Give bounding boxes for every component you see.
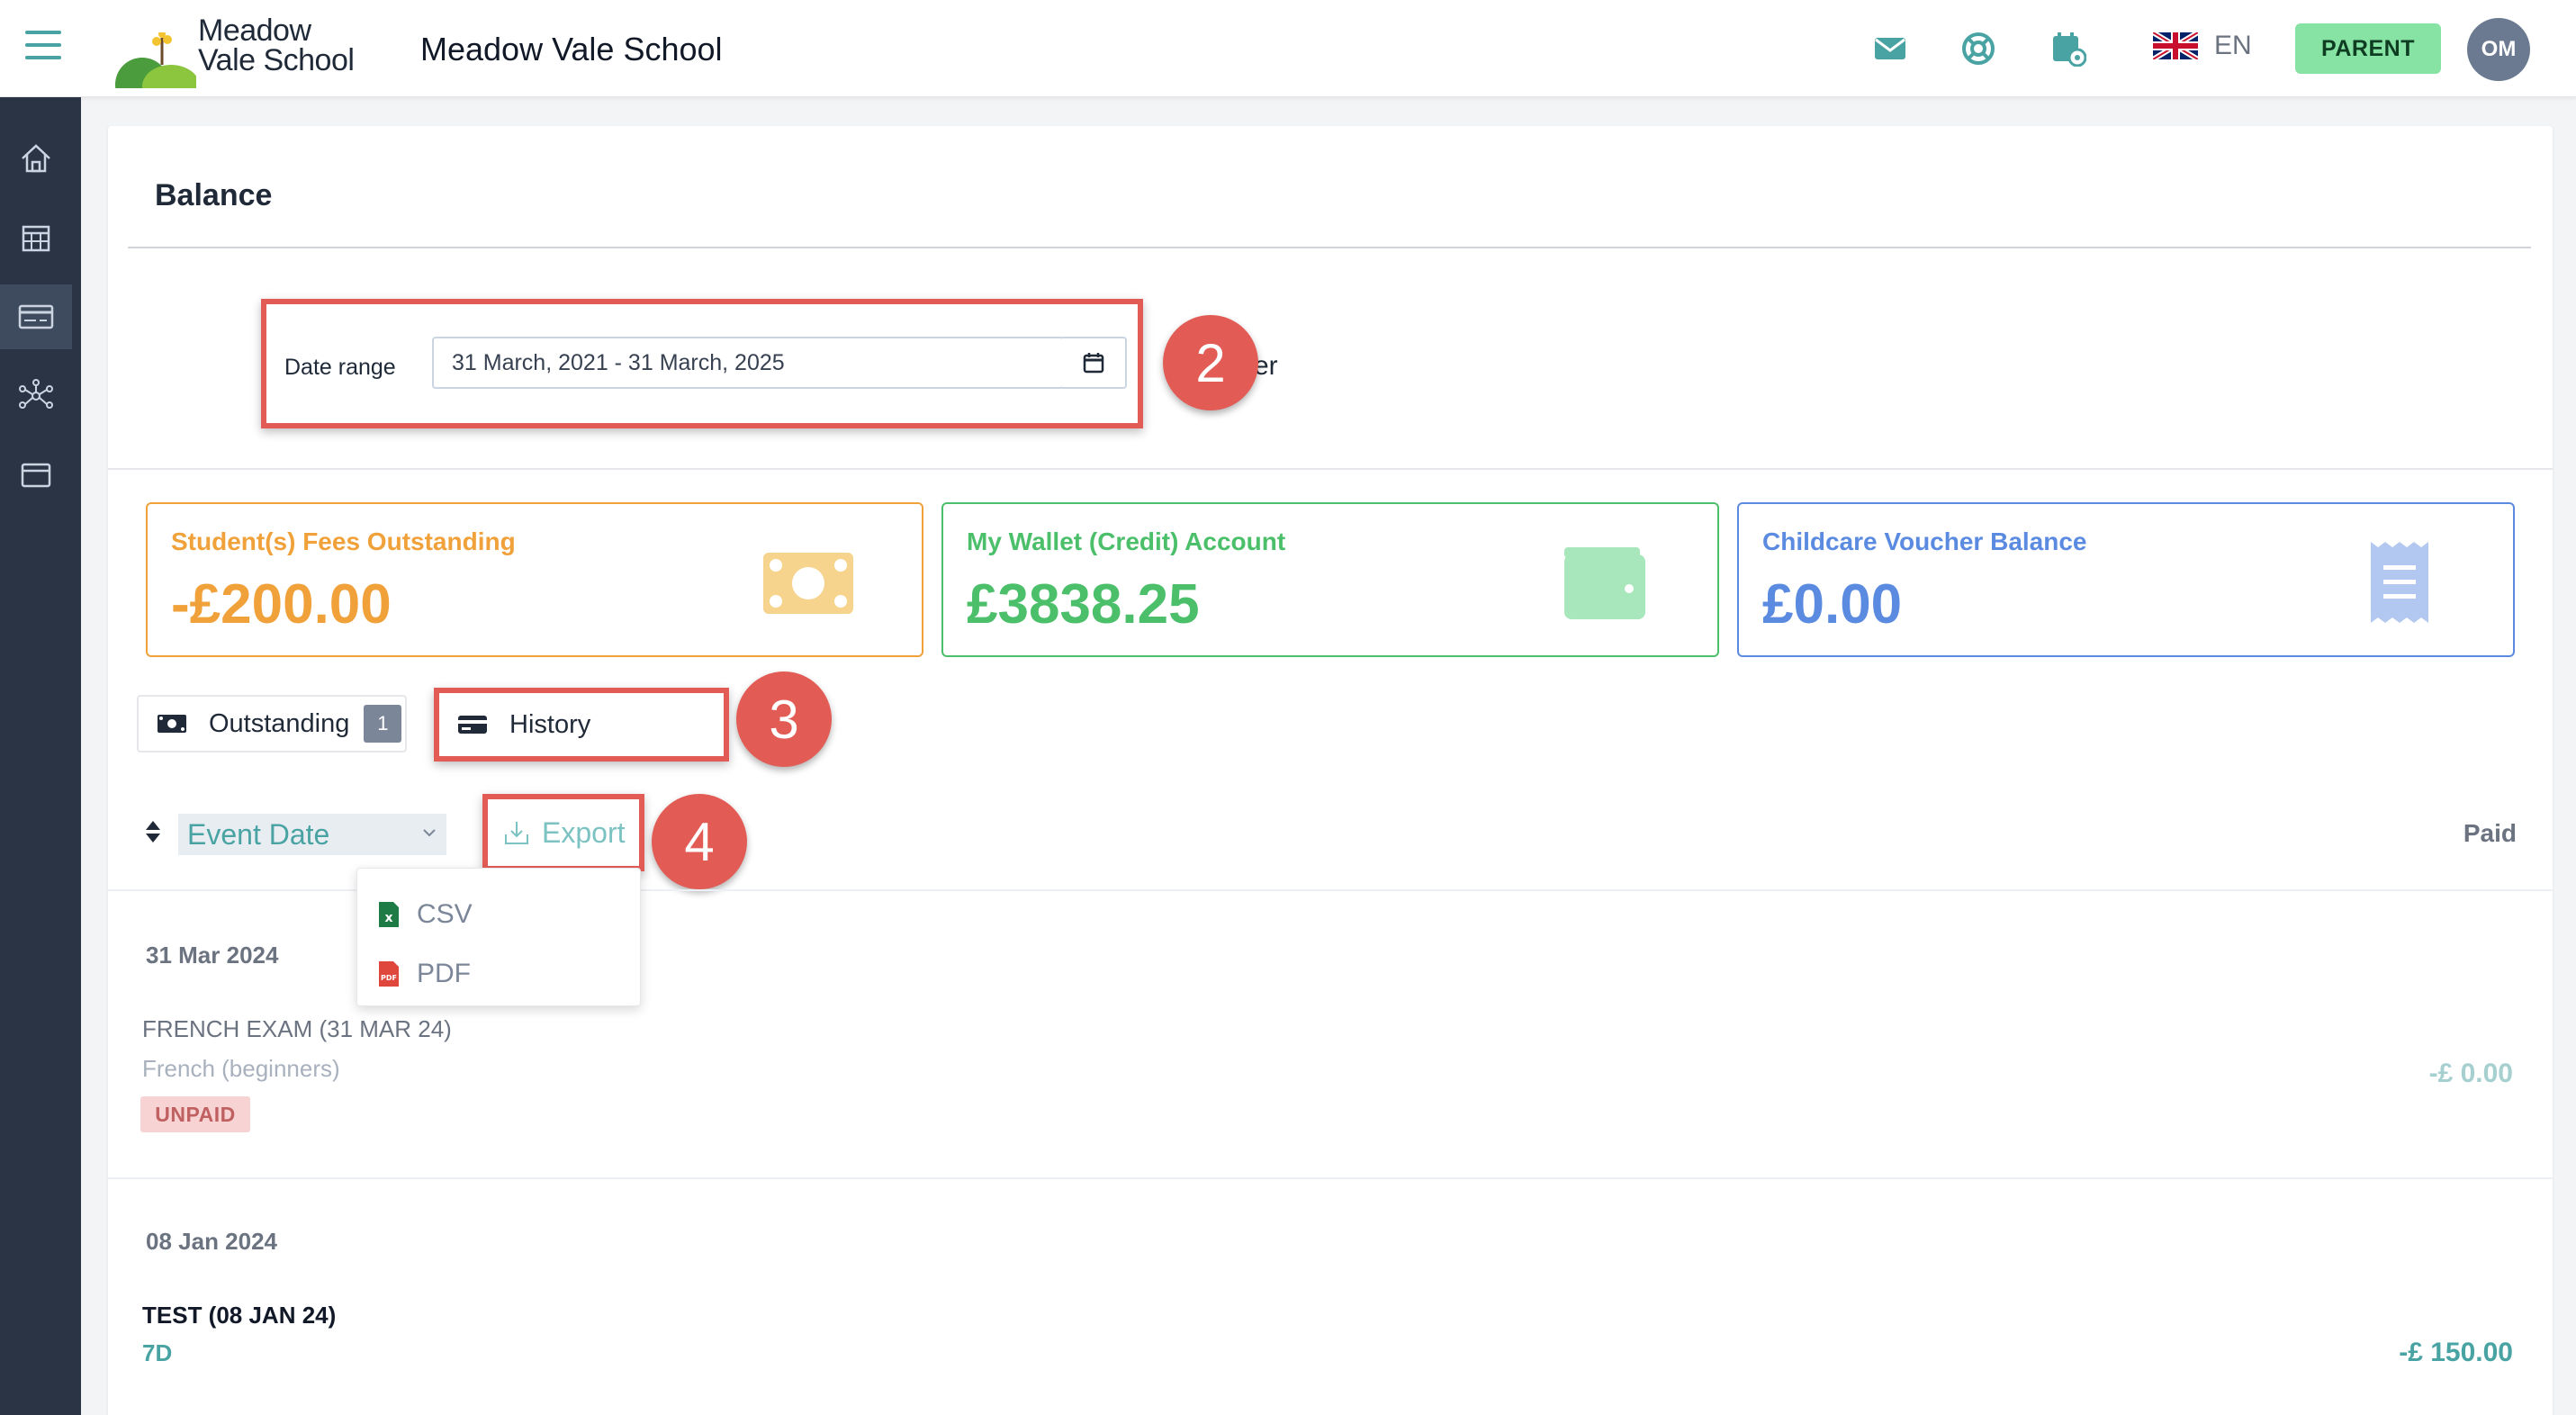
- calendar-icon: [22, 225, 50, 252]
- tab-history[interactable]: History: [434, 688, 729, 762]
- row-subtitle: 7D: [142, 1339, 173, 1366]
- export-option-label: PDF: [417, 959, 471, 988]
- fees-outstanding-box[interactable]: Student(s) Fees Outstanding -£200.00: [146, 502, 923, 657]
- summary-value: -£200.00: [171, 573, 392, 635]
- summary-title: Student(s) Fees Outstanding: [171, 527, 516, 555]
- wallet-icon: [1564, 547, 1645, 619]
- divider: [128, 247, 2531, 248]
- sidebar-item-home[interactable]: [0, 126, 72, 191]
- summary-value: £3838.25: [967, 573, 1200, 635]
- row-title: TEST (08 JAN 24): [142, 1302, 337, 1329]
- tab-outstanding[interactable]: Outstanding 1: [137, 695, 407, 753]
- date-range-input[interactable]: 31 March, 2021 - 31 March, 2025: [432, 337, 1064, 389]
- export-option-label: CSV: [417, 899, 473, 929]
- divider: [108, 468, 2553, 470]
- cash-icon: [763, 553, 853, 614]
- language-code: EN: [2214, 31, 2252, 60]
- svg-text:x: x: [384, 911, 392, 925]
- export-dropdown: x CSV PDF PDF: [356, 868, 641, 1006]
- row-date: 31 Mar 2024: [146, 942, 279, 969]
- logo-text: Meadow Vale School: [198, 14, 355, 77]
- school-logo[interactable]: Meadow Vale School: [115, 13, 367, 88]
- download-icon: [505, 822, 528, 844]
- language-selector[interactable]: EN: [2153, 31, 2252, 61]
- row-subtitle: French (beginners): [142, 1055, 340, 1082]
- export-button[interactable]: Export: [482, 794, 644, 871]
- date-range-label: Date range: [284, 355, 396, 380]
- role-parent-button[interactable]: PARENT: [2295, 23, 2441, 74]
- paid-column-header: Paid: [2463, 819, 2517, 847]
- logo-hills-icon: [115, 32, 196, 88]
- mail-icon[interactable]: [1872, 31, 1908, 67]
- sidebar-item-window[interactable]: [0, 443, 72, 508]
- tab-outstanding-label: Outstanding: [209, 708, 350, 738]
- annotation-badge-2: 2: [1163, 315, 1258, 410]
- lifebuoy-icon[interactable]: [1960, 31, 1996, 67]
- network-icon: [19, 379, 53, 409]
- divider: [108, 1177, 2553, 1179]
- export-label: Export: [542, 816, 626, 849]
- summary-value: £0.00: [1762, 573, 1903, 635]
- hamburger-icon[interactable]: [25, 31, 61, 63]
- pdf-file-icon: PDF: [379, 961, 399, 987]
- annotation-badge-4: 4: [652, 794, 747, 889]
- cash-icon: [158, 715, 186, 733]
- balance-card: Balance Date range 31 March, 2021 - 31 M…: [108, 126, 2553, 1415]
- row-title: FRENCH EXAM (31 MAR 24): [142, 1015, 452, 1042]
- row-date: 08 Jan 2024: [146, 1228, 278, 1255]
- status-badge: UNPAID: [140, 1096, 250, 1132]
- row-amount: -£ 0.00: [2428, 1059, 2513, 1088]
- export-pdf-option[interactable]: PDF PDF: [377, 951, 471, 996]
- chevron-down-icon: [423, 829, 436, 837]
- sort-field-select[interactable]: Event Date: [178, 814, 446, 855]
- summary-title: My Wallet (Credit) Account: [967, 527, 1286, 555]
- summary-title: Childcare Voucher Balance: [1762, 527, 2087, 555]
- sidebar: [0, 97, 81, 1415]
- row-amount: -£ 150.00: [2399, 1338, 2513, 1367]
- date-picker-button[interactable]: [1062, 337, 1127, 389]
- excel-file-icon: x: [379, 902, 399, 927]
- wallet-account-box[interactable]: My Wallet (Credit) Account £3838.25: [941, 502, 1719, 657]
- uk-flag-icon: [2153, 32, 2198, 59]
- export-csv-option[interactable]: x CSV: [377, 892, 473, 937]
- sidebar-item-calendar[interactable]: [0, 205, 72, 270]
- home-icon: [22, 144, 50, 173]
- receipt-icon: [2371, 542, 2428, 623]
- tab-history-label: History: [509, 709, 591, 739]
- sidebar-item-network[interactable]: [0, 364, 72, 428]
- sort-field-label: Event Date: [187, 817, 330, 851]
- date-range-filter: Date range 31 March, 2021 - 31 March, 20…: [261, 299, 1143, 428]
- calendar-gear-icon[interactable]: [2050, 31, 2086, 67]
- window-icon: [21, 463, 51, 488]
- top-bar: Meadow Vale School Meadow Vale School EN…: [0, 0, 2576, 97]
- childcare-voucher-box[interactable]: Childcare Voucher Balance £0.00: [1737, 502, 2515, 657]
- page-title: Balance: [155, 178, 273, 212]
- outstanding-count-badge: 1: [364, 705, 402, 743]
- annotation-badge-3: 3: [736, 671, 832, 767]
- sort-icon[interactable]: [144, 819, 162, 844]
- card-icon: [18, 304, 54, 329]
- avatar[interactable]: OM: [2467, 18, 2530, 81]
- svg-text:PDF: PDF: [381, 974, 397, 982]
- sidebar-item-balance[interactable]: [0, 284, 72, 349]
- school-name: Meadow Vale School: [420, 31, 723, 68]
- calendar-icon: [1083, 353, 1104, 374]
- credit-card-icon: [458, 716, 487, 734]
